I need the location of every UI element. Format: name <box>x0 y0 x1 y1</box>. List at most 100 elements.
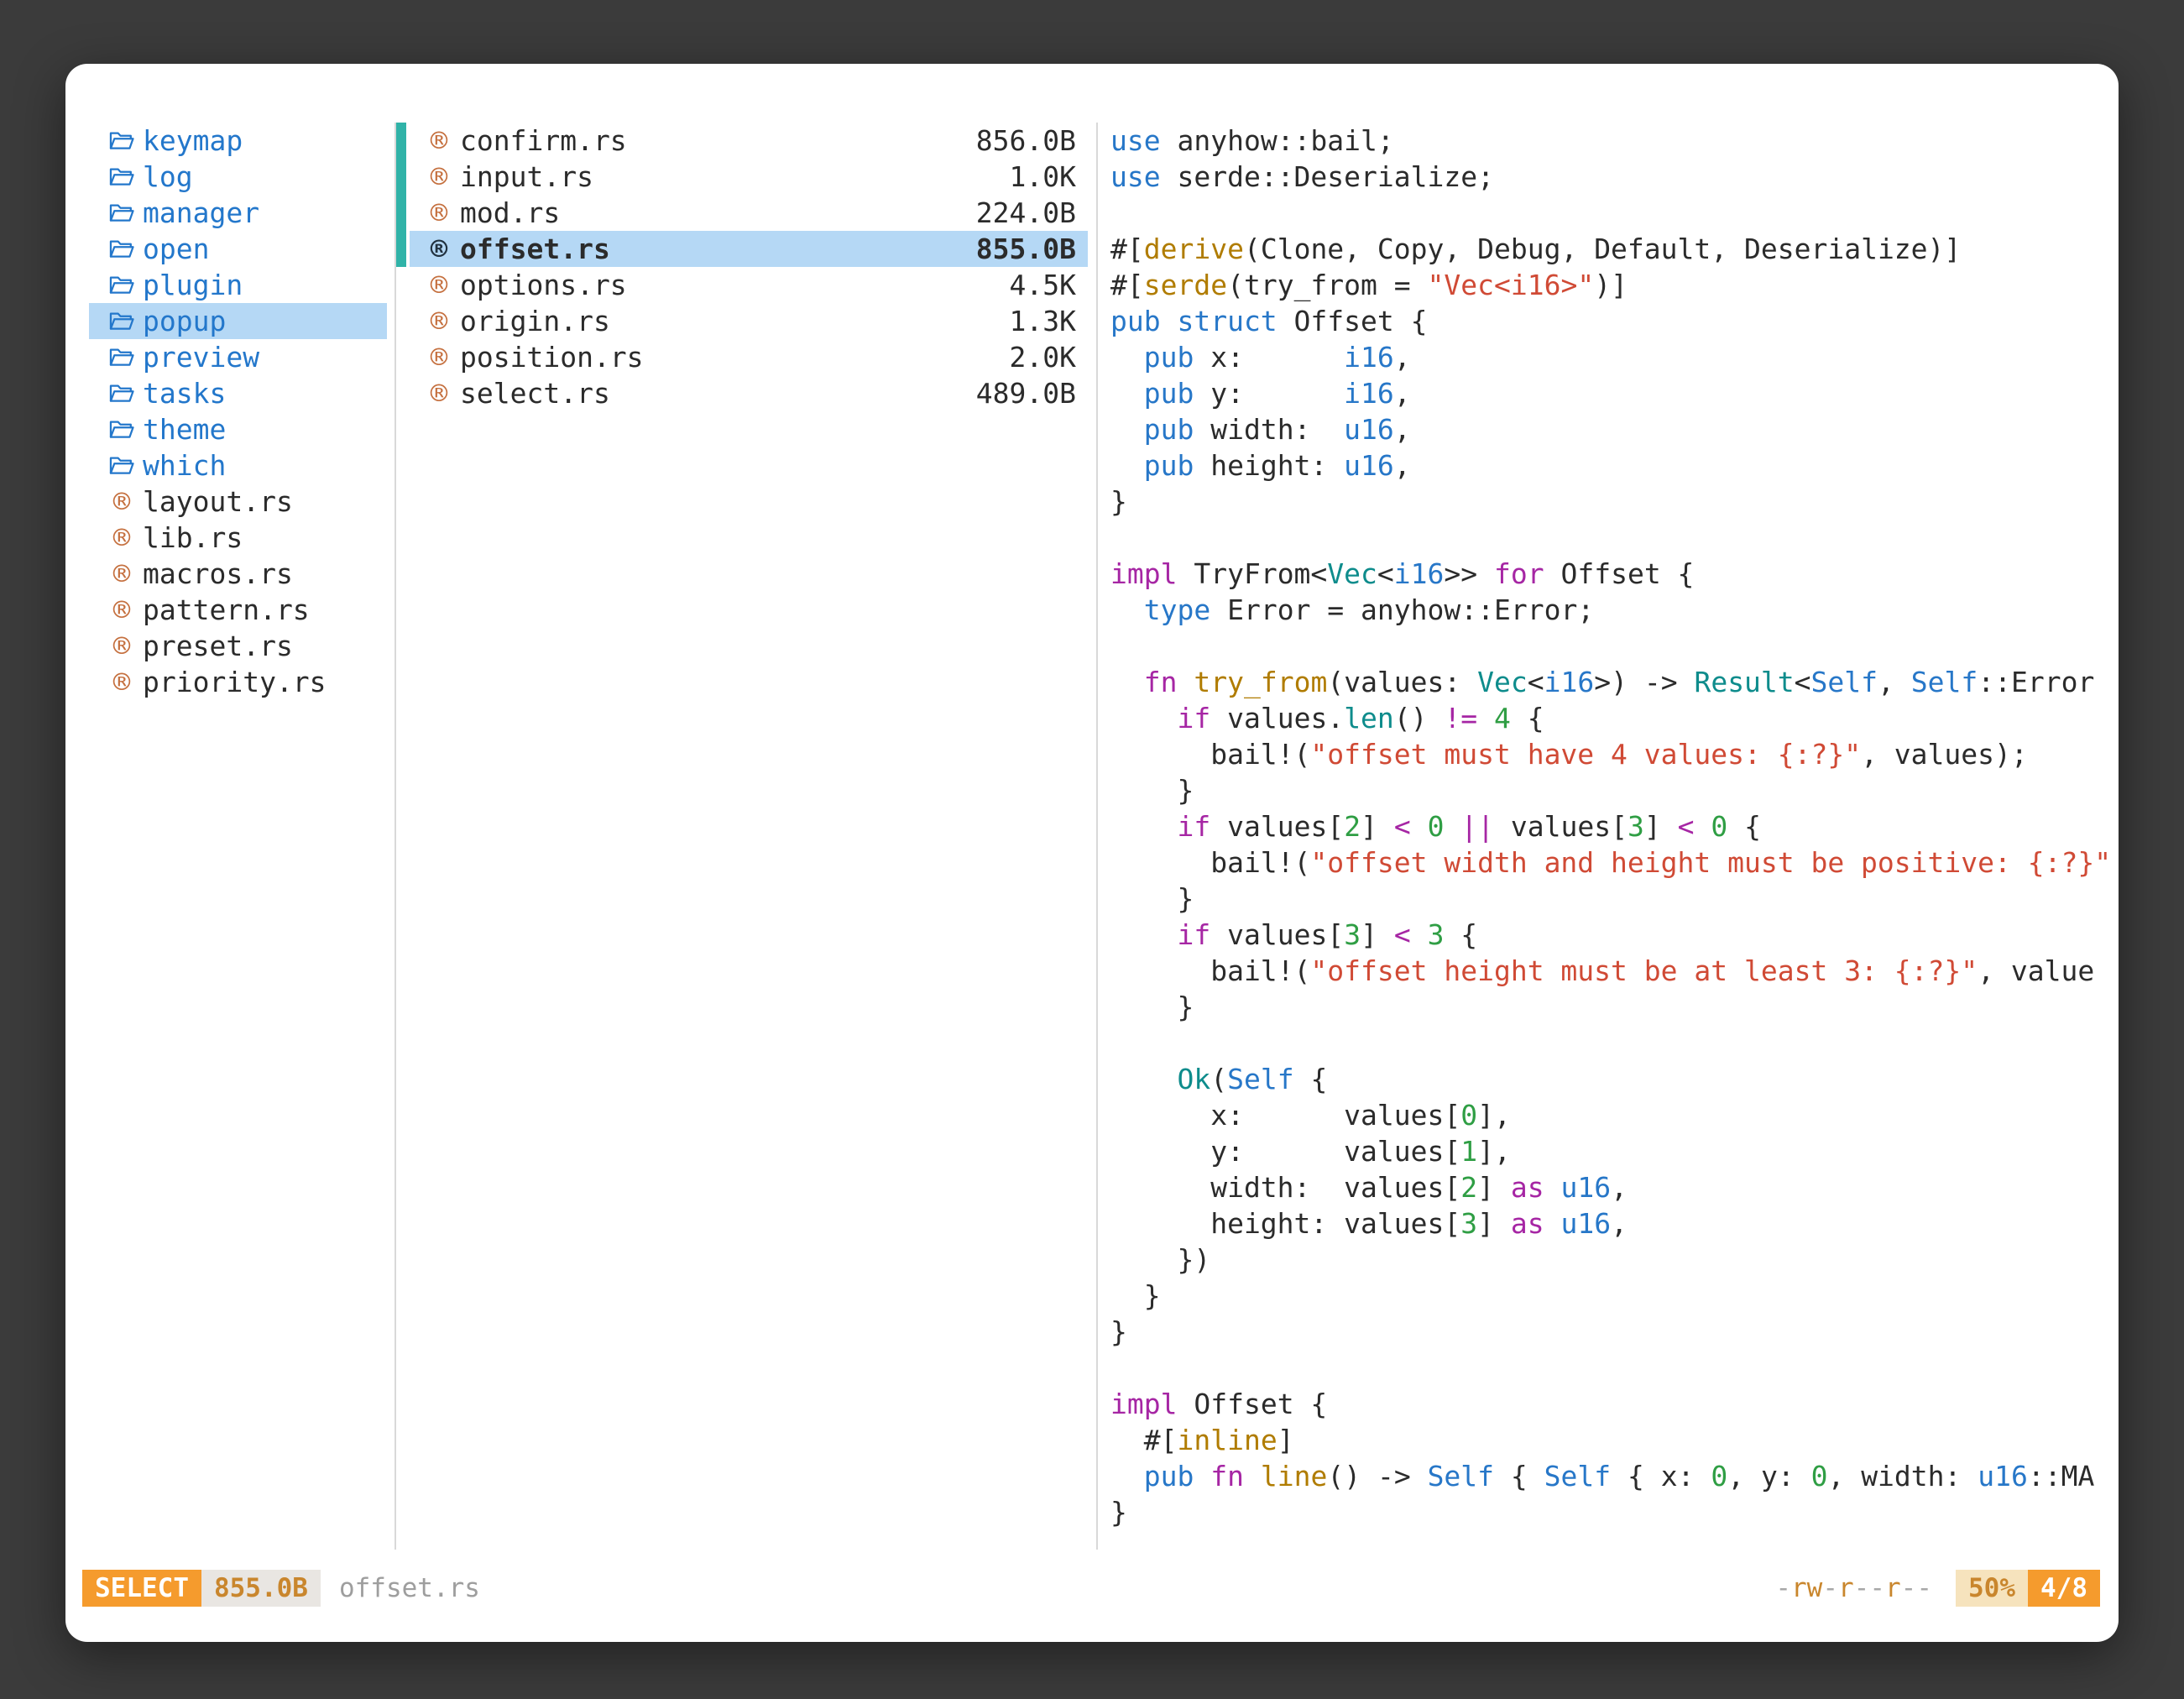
code-line: width: values[2] as u16, <box>1110 1169 2119 1205</box>
code-line: pub y: i16, <box>1110 375 2119 411</box>
file-name: mod.rs <box>460 196 560 229</box>
status-filename: offset.rs <box>339 1573 480 1603</box>
rust-file-icon: ® <box>425 198 453 228</box>
marked-indicator <box>396 195 406 231</box>
file-size: 856.0B <box>976 124 1076 157</box>
code-line: pub height: u16, <box>1110 447 2119 484</box>
rust-file-icon: ® <box>425 342 453 373</box>
rust-file-icon: ® <box>107 523 136 553</box>
parent-file-macros-rs[interactable]: ®macros.rs <box>89 556 387 592</box>
parent-dir-which[interactable]: which <box>89 447 387 484</box>
file-row-options-rs[interactable]: ®options.rs4.5K <box>410 267 1088 303</box>
code-line: bail!("offset must have 4 values: {:?}",… <box>1110 736 2119 772</box>
cursor-position-badge: 4/8 <box>2028 1570 2100 1607</box>
parent-dir-theme[interactable]: theme <box>89 411 387 447</box>
file-size: 4.5K <box>1010 269 1076 301</box>
code-line: } <box>1110 1278 2119 1314</box>
code-line: impl Offset { <box>1110 1386 2119 1422</box>
code-line: height: values[3] as u16, <box>1110 1205 2119 1242</box>
code-line <box>1110 1350 2119 1386</box>
file-size: 2.0K <box>1010 341 1076 374</box>
folder-open-icon <box>107 451 136 481</box>
parent-dir-plugin[interactable]: plugin <box>89 267 387 303</box>
item-label: keymap <box>143 124 243 157</box>
folder-open-icon <box>107 415 136 445</box>
parent-dir-open[interactable]: open <box>89 231 387 267</box>
parent-file-priority-rs[interactable]: ®priority.rs <box>89 664 387 700</box>
code-line: } <box>1110 1494 2119 1530</box>
parent-dir-manager[interactable]: manager <box>89 195 387 231</box>
code-line: } <box>1110 772 2119 808</box>
parent-file-lib-rs[interactable]: ®lib.rs <box>89 520 387 556</box>
rust-file-icon: ® <box>107 667 136 698</box>
folder-open-icon <box>107 379 136 409</box>
file-size: 489.0B <box>976 377 1076 410</box>
item-label: which <box>143 449 226 482</box>
file-row-input-rs[interactable]: ®input.rs1.0K <box>410 159 1088 195</box>
file-size: 1.3K <box>1010 305 1076 337</box>
item-label: theme <box>143 413 226 446</box>
preview-pane: use anyhow::bail;use serde::Deserialize;… <box>1098 123 2119 1550</box>
file-size: 224.0B <box>976 196 1076 229</box>
file-name: offset.rs <box>460 233 610 265</box>
item-label: preset.rs <box>143 630 293 662</box>
item-label: preview <box>143 341 259 374</box>
folder-open-icon <box>107 270 136 301</box>
file-row-offset-rs[interactable]: ®offset.rs855.0B <box>410 231 1088 267</box>
parent-dir-popup[interactable]: popup <box>89 303 387 339</box>
parent-dir-tasks[interactable]: tasks <box>89 375 387 411</box>
item-label: macros.rs <box>143 557 293 590</box>
parent-dir-preview[interactable]: preview <box>89 339 387 375</box>
marked-indicator <box>396 231 406 267</box>
folder-open-icon <box>107 342 136 373</box>
item-label: priority.rs <box>143 666 327 698</box>
file-name: position.rs <box>460 341 644 374</box>
code-line: #[derive(Clone, Copy, Debug, Default, De… <box>1110 231 2119 267</box>
item-label: open <box>143 233 209 265</box>
rust-file-icon: ® <box>107 631 136 661</box>
code-line: use serde::Deserialize; <box>1110 159 2119 195</box>
item-label: tasks <box>143 377 226 410</box>
file-row-position-rs[interactable]: ®position.rs 2.0K <box>410 339 1088 375</box>
code-line: type Error = anyhow::Error; <box>1110 592 2119 628</box>
folder-open-icon <box>107 198 136 228</box>
code-preview: use anyhow::bail;use serde::Deserialize;… <box>1110 123 2119 1530</box>
status-bar: SELECT 855.0B offset.rs -rw-r--r-- 50% 4… <box>65 1565 2119 1612</box>
file-row-select-rs[interactable]: ®select.rs489.0B <box>410 375 1088 411</box>
file-row-origin-rs[interactable]: ®origin.rs1.3K <box>410 303 1088 339</box>
rust-file-icon: ® <box>107 559 136 589</box>
file-manager-window: keymaplogmanager open plugin popup previewta… <box>65 64 2119 1642</box>
parent-file-layout-rs[interactable]: ®layout.rs <box>89 484 387 520</box>
item-label: plugin <box>143 269 243 301</box>
rust-file-icon: ® <box>425 270 453 301</box>
item-label: pattern.rs <box>143 593 310 626</box>
code-line: } <box>1110 881 2119 917</box>
code-line: }) <box>1110 1242 2119 1278</box>
code-line <box>1110 628 2119 664</box>
status-right: -rw-r--r-- 50% 4/8 <box>1775 1570 2100 1607</box>
rust-file-icon: ® <box>425 162 453 192</box>
parent-file-preset-rs[interactable]: ®preset.rs <box>89 628 387 664</box>
item-label: manager <box>143 196 259 229</box>
code-line: if values[2] < 0 || values[3] < 0 { <box>1110 808 2119 844</box>
code-line: Ok(Self { <box>1110 1061 2119 1097</box>
code-line: pub fn line() -> Self { Self { x: 0, y: … <box>1110 1458 2119 1494</box>
item-label: layout.rs <box>143 485 293 518</box>
code-line: pub struct Offset { <box>1110 303 2119 339</box>
file-row-mod-rs[interactable]: ®mod.rs 224.0B <box>410 195 1088 231</box>
code-line <box>1110 1025 2119 1061</box>
code-line: pub x: i16, <box>1110 339 2119 375</box>
file-row-confirm-rs[interactable]: ®confirm.rs856.0B <box>410 123 1088 159</box>
item-label: popup <box>143 305 226 337</box>
parent-dir-keymap[interactable]: keymap <box>89 123 387 159</box>
scroll-percent-badge: 50% <box>1956 1570 2028 1607</box>
code-line: y: values[1], <box>1110 1133 2119 1169</box>
rust-file-icon: ® <box>107 487 136 517</box>
rust-file-icon: ® <box>425 306 453 337</box>
rust-file-icon: ® <box>425 379 453 409</box>
code-line <box>1110 520 2119 556</box>
marked-indicator <box>396 159 406 195</box>
parent-file-pattern-rs[interactable]: ®pattern.rs <box>89 592 387 628</box>
parent-dir-log[interactable]: log <box>89 159 387 195</box>
rust-file-icon: ® <box>425 234 453 264</box>
